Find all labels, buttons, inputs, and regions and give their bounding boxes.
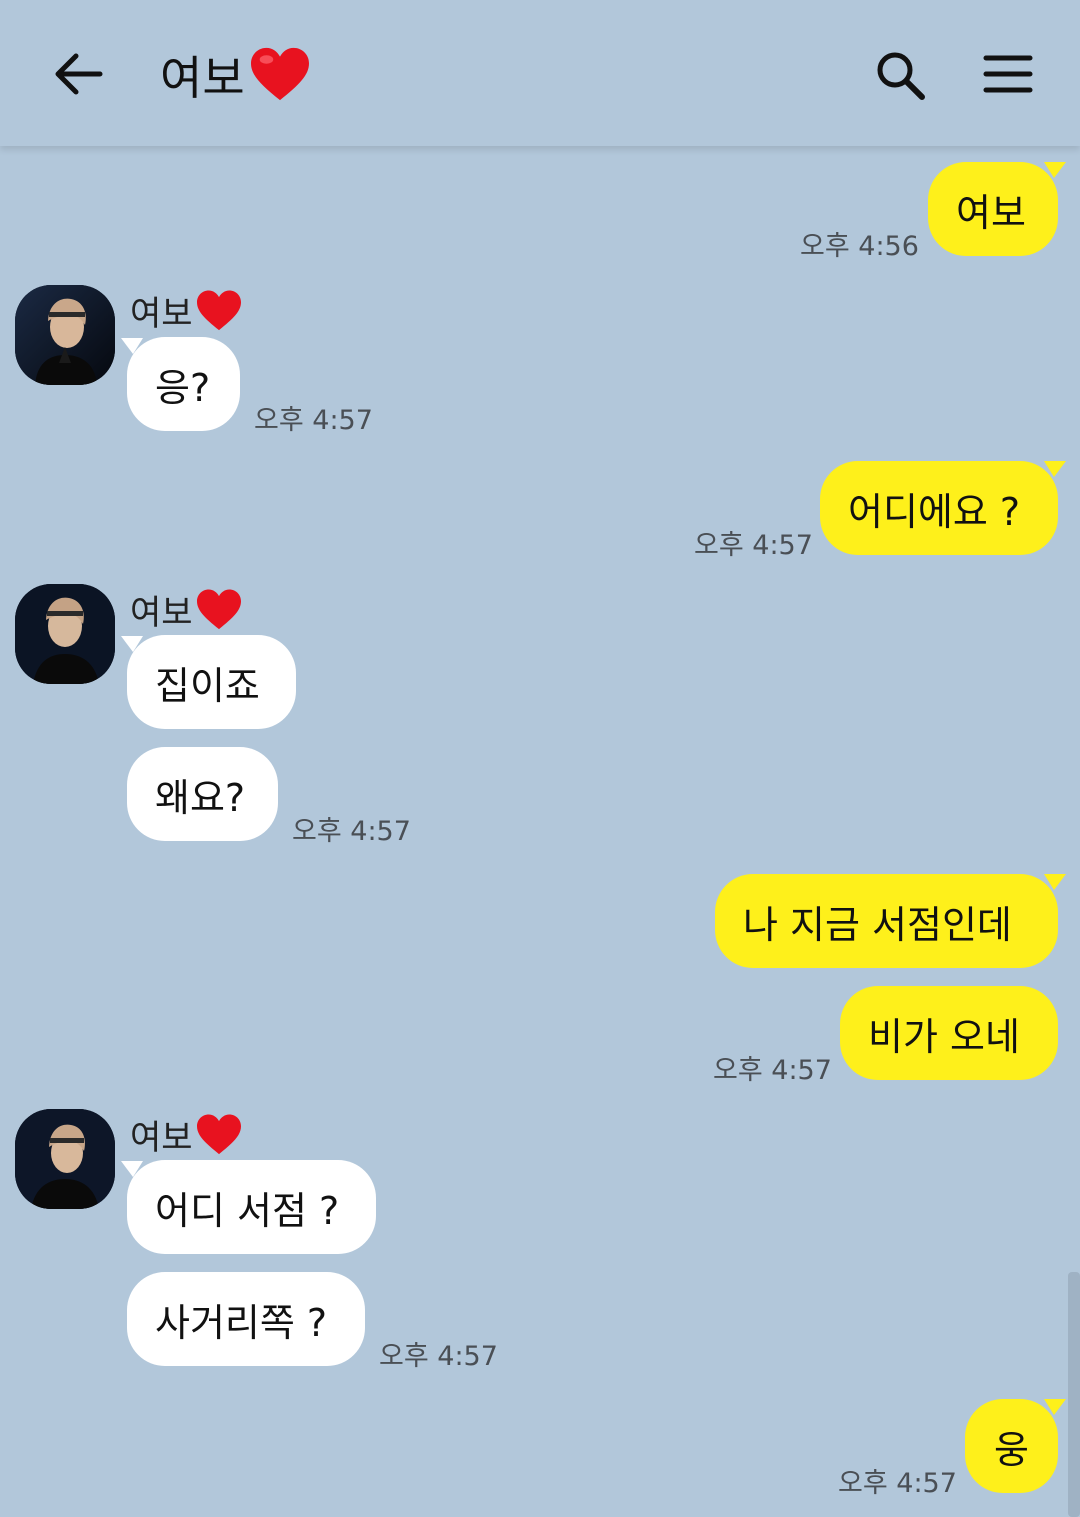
message-text: 웅	[994, 1427, 1029, 1472]
message-text: 응?	[155, 365, 211, 410]
message-text: 왜요?	[155, 775, 246, 820]
message-text: 비가 오네	[868, 1014, 1020, 1059]
menu-icon	[983, 55, 1033, 93]
outgoing-message-bubble[interactable]: 나 지금 서점인데	[715, 874, 1058, 968]
search-button[interactable]	[872, 48, 930, 104]
avatar[interactable]	[15, 285, 115, 385]
message-time: 오후 4:57	[838, 1468, 957, 1499]
message-time: 오후 4:57	[379, 1341, 498, 1372]
chat-screen: 여보 여보 오후 4:56 여보 응? 오후 4:57 어디에요 ? 오후 4:…	[0, 0, 1080, 1517]
message-text: 나 지금 서점인데	[743, 902, 1012, 947]
heart-icon	[196, 289, 241, 330]
sender-name-text: 여보	[130, 593, 193, 633]
search-icon	[877, 52, 925, 100]
message-text: 집이죠	[155, 663, 260, 708]
incoming-message-bubble[interactable]: 어디 서점 ?	[127, 1160, 376, 1254]
sender-name-text: 여보	[130, 1118, 193, 1158]
heart-icon	[196, 1113, 241, 1154]
message-text: 어디에요 ?	[848, 489, 1021, 534]
outgoing-message-bubble[interactable]: 여보	[928, 162, 1058, 256]
message-time: 오후 4:57	[713, 1055, 832, 1086]
incoming-message-bubble[interactable]: 응?	[127, 337, 240, 431]
outgoing-message-bubble[interactable]: 비가 오네	[840, 986, 1058, 1080]
message-time: 오후 4:57	[292, 816, 411, 847]
back-arrow-icon	[55, 53, 103, 95]
profile-photo	[15, 285, 115, 385]
sender-name: 여보	[130, 286, 243, 335]
bubble-tail-icon	[1044, 461, 1066, 477]
sender-name-text: 여보	[130, 294, 193, 334]
sender-name: 여보	[130, 1110, 243, 1159]
profile-photo	[15, 584, 115, 684]
incoming-message-bubble[interactable]: 왜요?	[127, 747, 278, 841]
chat-header: 여보	[0, 0, 1080, 146]
heart-icon	[250, 47, 309, 101]
message-text: 여보	[956, 190, 1026, 235]
profile-photo	[15, 1109, 115, 1209]
avatar[interactable]	[15, 584, 115, 684]
message-time: 오후 4:57	[694, 530, 813, 561]
back-button[interactable]	[50, 48, 106, 100]
incoming-message-bubble[interactable]: 집이죠	[127, 635, 296, 729]
heart-icon	[196, 588, 241, 629]
message-time: 오후 4:57	[254, 405, 373, 436]
bubble-tail-icon	[1044, 874, 1066, 890]
scrollbar[interactable]	[1068, 1272, 1080, 1517]
menu-button[interactable]	[980, 52, 1036, 96]
avatar[interactable]	[15, 1109, 115, 1209]
message-text: 사거리쪽 ?	[155, 1300, 328, 1345]
chat-title: 여보	[160, 40, 311, 110]
sender-name: 여보	[130, 585, 243, 634]
chat-title-text: 여보	[160, 51, 245, 105]
message-time: 오후 4:56	[800, 231, 919, 262]
message-text: 어디 서점 ?	[155, 1188, 340, 1233]
bubble-tail-icon	[1044, 1399, 1066, 1415]
incoming-message-bubble[interactable]: 사거리쪽 ?	[127, 1272, 365, 1366]
bubble-tail-icon	[1044, 162, 1066, 178]
outgoing-message-bubble[interactable]: 어디에요 ?	[820, 461, 1058, 555]
